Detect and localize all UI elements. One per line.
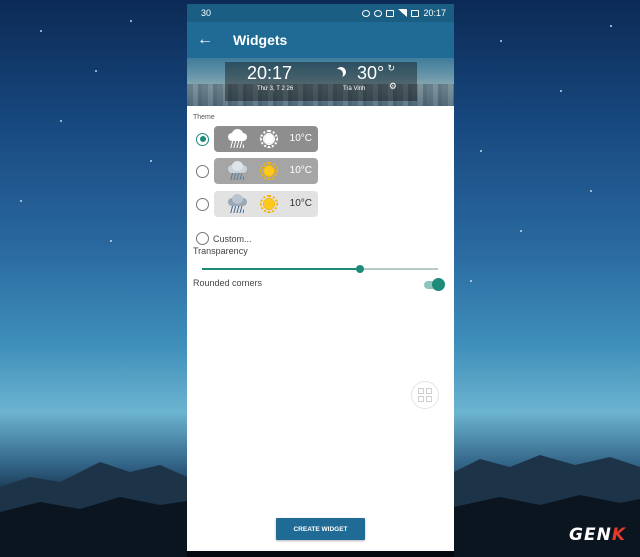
- gear-icon: ⚙: [388, 81, 397, 91]
- arrow-back-icon[interactable]: ←: [197, 31, 227, 49]
- theme-radio-light[interactable]: [196, 197, 209, 211]
- widget-preview: 20:17 Thứ 3, T 2 26 30° Trà Vinh ↻ ⚙: [187, 58, 454, 106]
- sun-icon: [260, 130, 278, 148]
- signal-icon: [398, 9, 408, 17]
- toggle-knob: [432, 278, 445, 291]
- wifi-icon: [374, 9, 383, 17]
- sun-icon: [260, 195, 278, 213]
- night-cloud-icon: [333, 69, 343, 79]
- battery-icon: [411, 9, 420, 17]
- phone-screen: 30 20:17 ← Widgets 20:17 Thứ 3, T 2 26 3…: [187, 4, 454, 551]
- preview-date: Thứ 3, T 2 26: [257, 86, 294, 92]
- preview-city: Trà Vinh: [343, 86, 366, 92]
- notification-icon: [386, 9, 395, 17]
- theme-radio-custom[interactable]: [196, 232, 209, 245]
- sun-icon: [260, 162, 278, 180]
- theme-radio-dark[interactable]: [196, 132, 209, 146]
- theme-preview-medium[interactable]: 10°C: [214, 158, 318, 184]
- slider-thumb[interactable]: [356, 265, 365, 273]
- status-left-text: 30: [201, 8, 212, 18]
- rain-cloud-icon: [226, 194, 248, 214]
- genk-watermark-logo: GENK: [569, 525, 626, 545]
- theme-preview-dark[interactable]: 10°C: [214, 126, 318, 152]
- refresh-icon: ↻: [387, 63, 395, 73]
- theme-option-dark[interactable]: 10°C: [196, 126, 318, 152]
- status-time: 20:17: [423, 8, 446, 18]
- theme-option-light[interactable]: 10°C: [196, 191, 318, 217]
- rounded-corners-label: Rounded corners: [193, 278, 263, 288]
- theme-temp: 10°C: [289, 133, 312, 144]
- theme-option-custom[interactable]: Custom...: [196, 232, 252, 245]
- page-title: Widgets: [233, 32, 288, 48]
- theme-radio-medium[interactable]: [196, 164, 209, 178]
- transparency-label: Transparency: [193, 246, 248, 256]
- theme-temp: 10°C: [289, 198, 312, 209]
- rounded-corners-toggle[interactable]: [424, 278, 445, 292]
- rain-cloud-icon: [226, 161, 248, 181]
- status-bar: 30 20:17: [187, 4, 454, 22]
- preview-temperature: 30°: [357, 63, 385, 83]
- settings-panel: Theme 10°C 10°C 10°C Custom... Transpare…: [187, 106, 454, 551]
- preview-widget: 20:17 Thứ 3, T 2 26 30° Trà Vinh ↻ ⚙: [225, 62, 417, 101]
- slider-fill: [202, 268, 361, 270]
- transparency-slider[interactable]: [202, 265, 438, 273]
- create-widget-button[interactable]: CREATE WIDGET: [276, 518, 365, 540]
- theme-label: Theme: [193, 114, 215, 121]
- theme-preview-light[interactable]: 10°C: [214, 191, 318, 217]
- grid-icon: [418, 388, 432, 402]
- grid-view-button[interactable]: [411, 381, 439, 409]
- app-bar: ← Widgets: [187, 22, 454, 58]
- rain-cloud-icon: [226, 129, 248, 149]
- custom-theme-label: Custom...: [213, 233, 252, 244]
- theme-temp: 10°C: [289, 165, 312, 176]
- preview-time: 20:17: [247, 63, 293, 83]
- alarm-icon: [362, 9, 371, 17]
- theme-option-medium[interactable]: 10°C: [196, 158, 318, 184]
